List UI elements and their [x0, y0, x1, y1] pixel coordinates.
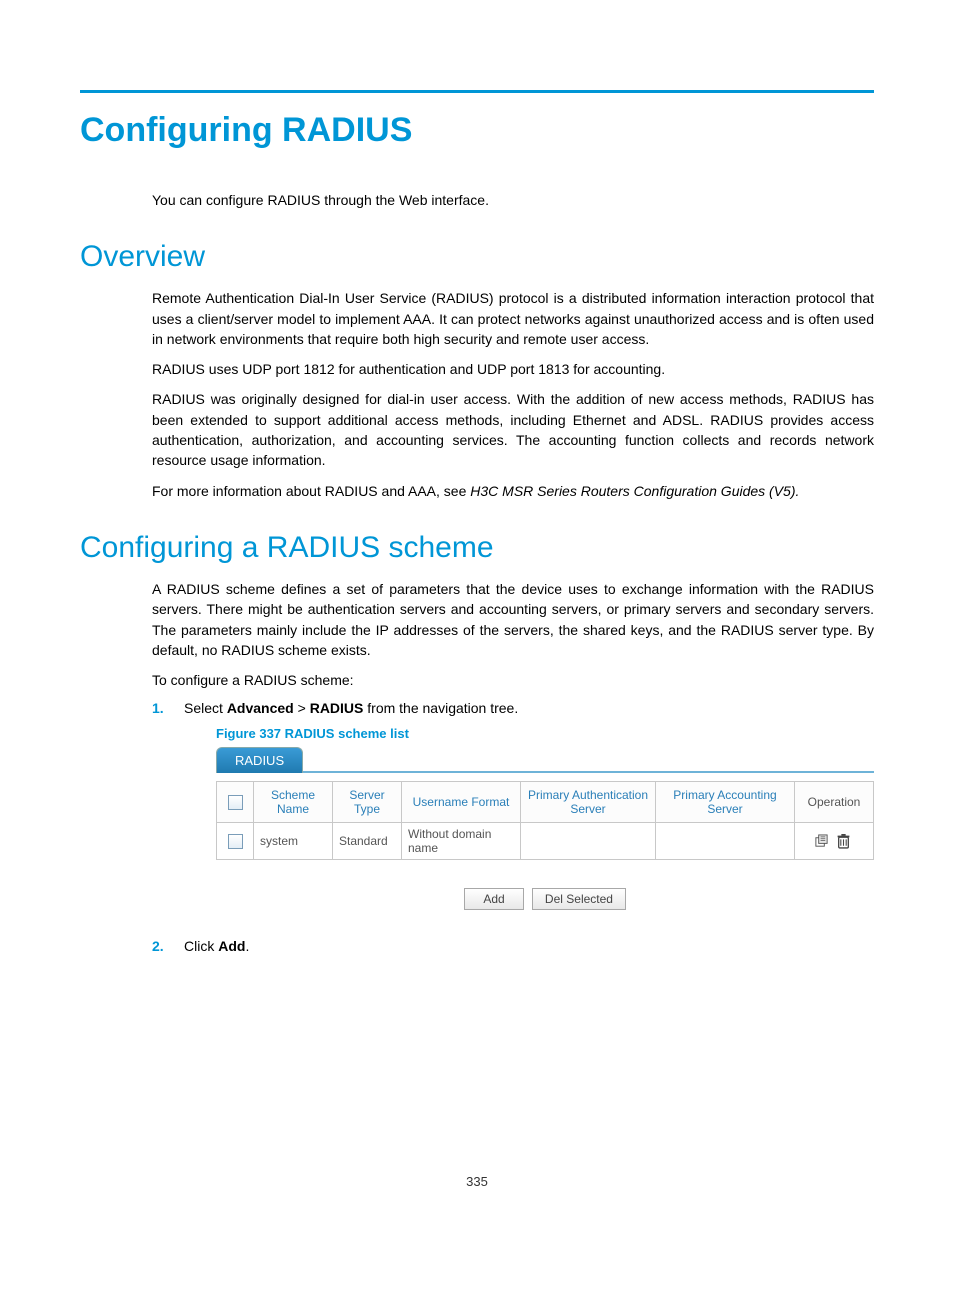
header-scheme-name[interactable]: Scheme Name — [254, 782, 333, 823]
scheme-list-table: Scheme Name Server Type Username Format … — [216, 781, 874, 860]
chapter-title: Configuring RADIUS — [80, 111, 874, 150]
overview-p2: RADIUS uses UDP port 1812 for authentica… — [152, 359, 874, 379]
figure-caption: Figure 337 RADIUS scheme list — [216, 726, 874, 741]
del-selected-button[interactable]: Del Selected — [532, 888, 626, 910]
cell-operation — [795, 823, 874, 860]
step2-post: . — [245, 938, 249, 954]
header-server-type[interactable]: Server Type — [333, 782, 402, 823]
step1-post: from the navigation tree. — [363, 700, 518, 716]
tab-underline — [303, 747, 874, 773]
edit-icon[interactable] — [814, 834, 829, 849]
row-checkbox[interactable] — [228, 834, 243, 849]
figure-337: RADIUS Scheme Name Server Type — [216, 747, 874, 910]
intro-paragraph: You can configure RADIUS through the Web… — [152, 190, 874, 210]
step1-radius: RADIUS — [310, 700, 364, 716]
overview-p3: RADIUS was originally designed for dial-… — [152, 389, 874, 470]
header-primary-acct[interactable]: Primary Accounting Server — [656, 782, 795, 823]
step-1: 1. Select Advanced > RADIUS from the nav… — [152, 700, 874, 930]
table-row: system Standard Without domain name — [217, 823, 874, 860]
overview-p4: For more information about RADIUS and AA… — [152, 481, 874, 501]
top-rule — [80, 90, 874, 93]
step2-pre: Click — [184, 938, 218, 954]
cell-scheme-name: system — [254, 823, 333, 860]
button-row: Add Del Selected — [216, 888, 874, 910]
overview-p4-pre: For more information about RADIUS and AA… — [152, 483, 470, 499]
row-checkbox-cell — [217, 823, 254, 860]
cell-server-type: Standard — [333, 823, 402, 860]
header-checkbox-cell — [217, 782, 254, 823]
step-2-number: 2. — [152, 938, 184, 954]
select-all-checkbox[interactable] — [228, 795, 243, 810]
header-username-format[interactable]: Username Format — [402, 782, 521, 823]
scheme-heading: Configuring a RADIUS scheme — [80, 531, 874, 565]
step1-gt: > — [294, 700, 310, 716]
step-2: 2. Click Add. — [152, 938, 874, 954]
cell-primary-acct — [656, 823, 795, 860]
header-primary-auth[interactable]: Primary Authentication Server — [521, 782, 656, 823]
page-number: 335 — [80, 1174, 874, 1189]
scheme-p2: To configure a RADIUS scheme: — [152, 670, 874, 690]
add-button[interactable]: Add — [464, 888, 524, 910]
step1-pre: Select — [184, 700, 227, 716]
header-row: Scheme Name Server Type Username Format … — [217, 782, 874, 823]
step2-add: Add — [218, 938, 245, 954]
step-1-number: 1. — [152, 700, 184, 930]
step-1-text: Select Advanced > RADIUS from the naviga… — [184, 700, 874, 716]
overview-heading: Overview — [80, 240, 874, 274]
step-2-text: Click Add. — [184, 938, 874, 954]
overview-p1: Remote Authentication Dial-In User Servi… — [152, 288, 874, 349]
cell-primary-auth — [521, 823, 656, 860]
scheme-p1: A RADIUS scheme defines a set of paramet… — [152, 579, 874, 660]
tab-radius[interactable]: RADIUS — [216, 747, 303, 773]
cell-username-format: Without domain name — [402, 823, 521, 860]
overview-p4-ref: H3C MSR Series Routers Configuration Gui… — [470, 483, 799, 499]
tab-strip: RADIUS — [216, 747, 874, 773]
step1-advanced: Advanced — [227, 700, 294, 716]
delete-icon[interactable] — [837, 834, 850, 849]
header-operation: Operation — [795, 782, 874, 823]
